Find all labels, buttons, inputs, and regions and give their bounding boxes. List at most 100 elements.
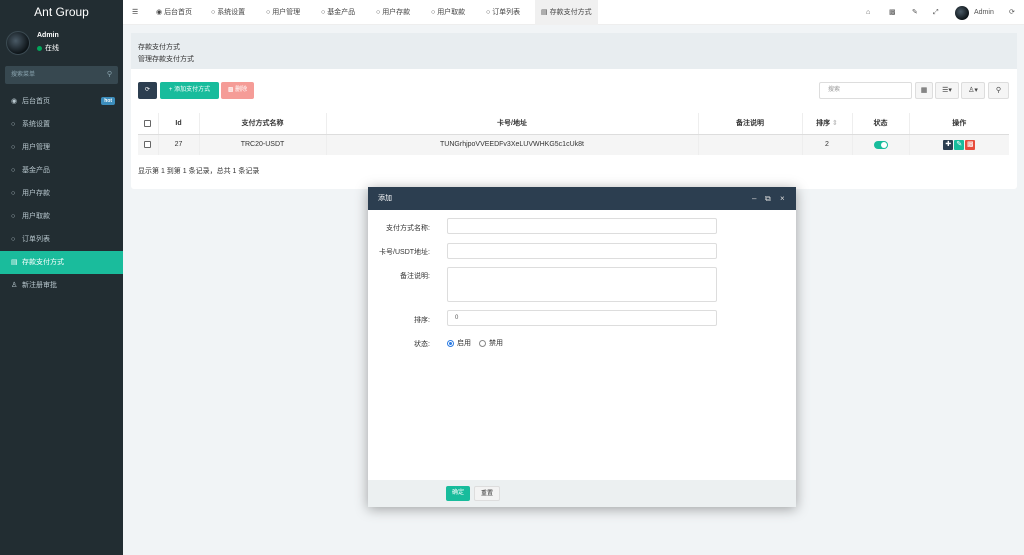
delete-button[interactable]: ▩ 删除 (221, 82, 254, 99)
sort-arrows-icon: ⇕ (832, 120, 838, 128)
name-input[interactable] (447, 218, 717, 234)
search-icon[interactable]: ⚲ (107, 70, 112, 78)
user-add-icon: ♙ (11, 282, 18, 289)
search-toggle-icon[interactable]: ⚲ (988, 82, 1009, 99)
remark-textarea[interactable] (447, 267, 717, 302)
tab-users[interactable]: ○ 用户管理 (266, 0, 300, 25)
brand-logo[interactable]: Ant Group (0, 0, 123, 25)
tab-funds[interactable]: ○ 基金产品 (321, 0, 355, 25)
row-checkbox[interactable] (144, 141, 152, 149)
row-address: TUNGrhjpoVVEEDFv3XeLUVWHKG5c1cUk8t (326, 134, 699, 155)
dialog-footer: 确定 重置 (368, 480, 796, 507)
circle-icon: ○ (11, 236, 16, 243)
circle-icon: ○ (11, 213, 16, 220)
edit-icon[interactable]: ✎ (954, 139, 965, 150)
sort-input[interactable]: 0 (447, 310, 717, 326)
col-id[interactable]: Id (158, 113, 200, 135)
col-remark[interactable]: 备注说明 (698, 113, 803, 135)
row-remark (698, 134, 803, 155)
refresh-icon: ⟳ (144, 87, 151, 93)
tab-payment-methods[interactable]: ▤ 存款支付方式 (535, 0, 598, 25)
payment-methods-table: Id 支付方式名称 卡号/地址 备注说明 排序 ⇕ 状态 操作 27 TRC20… (138, 113, 1009, 155)
close-icon[interactable]: × (780, 187, 785, 210)
sidebar-item-withdrawals[interactable]: ○ 用户取款 (0, 205, 123, 228)
page-subtitle: 管理存款支付方式 (138, 56, 194, 63)
radio-icon (479, 339, 486, 347)
table-search-input[interactable]: 搜索 (819, 82, 912, 99)
user-name: Admin (37, 32, 59, 39)
trash-icon[interactable]: ▩ (889, 0, 896, 25)
confirm-button[interactable]: 确定 (446, 486, 471, 501)
list-panel: 存款支付方式 管理存款支付方式 ⟳ + 添加支付方式 ▩ 删除 搜索 ▦ ☰▾ … (131, 33, 1017, 189)
circle-icon: ○ (11, 121, 16, 128)
address-input[interactable] (447, 243, 717, 259)
avatar (6, 31, 30, 55)
table-header-row: Id 支付方式名称 卡号/地址 备注说明 排序 ⇕ 状态 操作 (138, 113, 1009, 135)
tab-settings[interactable]: ○ 系统设置 (211, 0, 245, 25)
delete-icon[interactable]: ▩ (965, 139, 976, 150)
circle-icon: ○ (431, 9, 436, 16)
plus-icon: + (168, 87, 173, 93)
sidebar-item-funds[interactable]: ○ 基金产品 (0, 159, 123, 182)
dashboard-icon: ◉ (156, 9, 163, 16)
col-address[interactable]: 卡号/地址 (326, 113, 699, 135)
address-label: 卡号/USDT地址: (379, 249, 430, 256)
reset-button[interactable]: 重置 (474, 486, 501, 501)
circle-icon: ○ (266, 9, 271, 16)
settings-icon[interactable]: ⟳ (1009, 0, 1015, 25)
toggle-view-icon[interactable]: ▦ (915, 82, 933, 99)
name-label: 支付方式名称: (386, 225, 430, 232)
sidebar-item-payment-methods[interactable]: ▤ 存款支付方式 (0, 251, 123, 274)
maximize-icon[interactable]: ⧉ (765, 187, 771, 210)
sidebar-item-users[interactable]: ○ 用户管理 (0, 136, 123, 159)
row-sort: 2 (802, 134, 853, 155)
minimize-icon[interactable]: – (752, 187, 756, 210)
language-icon[interactable]: ✎ (912, 0, 918, 25)
sidebar-search-input[interactable] (5, 66, 118, 84)
col-status[interactable]: 状态 (852, 113, 910, 135)
columns-dropdown-icon[interactable]: ☰▾ (935, 82, 959, 99)
tab-orders[interactable]: ○ 订单列表 (486, 0, 520, 25)
circle-icon: ○ (376, 9, 381, 16)
status-enable-radio[interactable]: 启用 (447, 338, 471, 348)
tab-deposits[interactable]: ○ 用户存款 (376, 0, 410, 25)
pagination-info: 显示第 1 到第 1 条记录，总共 1 条记录 (138, 168, 260, 175)
sidebar-item-dashboard[interactable]: ◉ 后台首页 hot (0, 90, 123, 113)
dialog-header: 添加 – ⧉ × (368, 187, 796, 210)
card-icon: ▤ (541, 9, 548, 16)
online-dot-icon (37, 45, 42, 51)
col-name[interactable]: 支付方式名称 (199, 113, 327, 135)
circle-icon: ○ (486, 9, 491, 16)
status-toggle[interactable] (873, 140, 888, 149)
home-icon[interactable]: ⌂ (866, 0, 870, 25)
avatar[interactable] (955, 6, 969, 20)
circle-icon: ○ (11, 167, 16, 174)
sidebar-item-deposits[interactable]: ○ 用户存款 (0, 182, 123, 205)
circle-icon: ○ (211, 9, 216, 16)
select-all-checkbox[interactable] (144, 119, 152, 127)
sidebar-item-registrations[interactable]: ♙ 新注册审批 (0, 274, 123, 297)
drag-move-icon[interactable]: ✚ (943, 139, 954, 150)
remark-label: 备注说明: (400, 273, 430, 280)
circle-icon: ○ (11, 144, 16, 151)
sidebar-item-settings[interactable]: ○ 系统设置 (0, 113, 123, 136)
tab-dashboard[interactable]: ◉ 后台首页 (156, 0, 192, 25)
col-sort[interactable]: 排序 ⇕ (802, 113, 853, 135)
menu-toggle-icon[interactable]: ☰ (132, 0, 138, 25)
row-actions: ✚ ✎ ▩ (909, 134, 1009, 155)
refresh-button[interactable]: ⟳ (138, 82, 157, 99)
admin-username[interactable]: Admin (974, 0, 994, 25)
card-icon: ▤ (11, 259, 18, 266)
circle-icon: ○ (321, 9, 326, 16)
add-payment-button[interactable]: + 添加支付方式 (160, 82, 219, 99)
fullscreen-icon[interactable]: ⤢ (933, 0, 939, 25)
add-dialog: 添加 – ⧉ × 支付方式名称: 卡号/USDT地址: 备注说明: 排序: 0 … (368, 187, 796, 507)
tab-withdrawals[interactable]: ○ 用户取款 (431, 0, 465, 25)
sidebar-menu: ◉ 后台首页 hot ○ 系统设置 ○ 用户管理 ○ 基金产品 ○ 用户存款 ○ 用户取款 ○… (0, 90, 123, 297)
row-select-cell (138, 134, 159, 155)
export-dropdown-icon[interactable]: ♙▾ (961, 82, 985, 99)
sidebar-item-orders[interactable]: ○ 订单列表 (0, 228, 123, 251)
radio-selected-icon (447, 339, 454, 347)
hot-badge: hot (101, 97, 115, 105)
status-disable-radio[interactable]: 禁用 (479, 338, 503, 348)
